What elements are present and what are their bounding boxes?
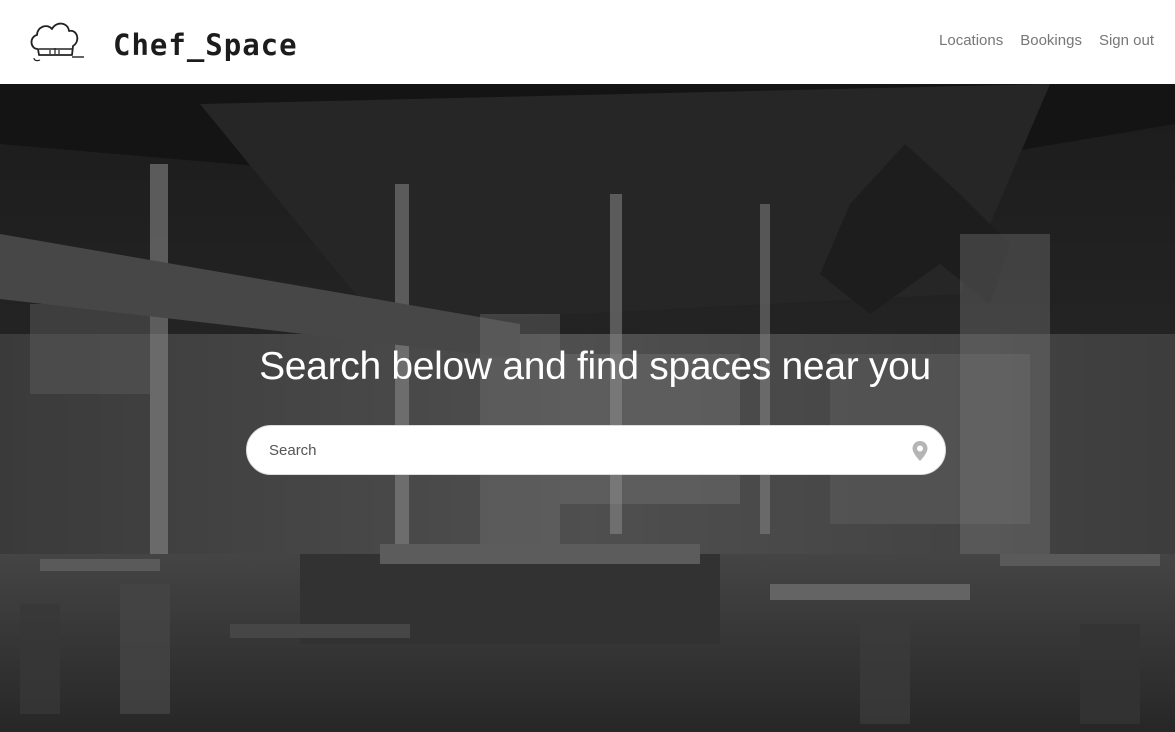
home-logo-link[interactable]: Chef_Space: [28, 16, 298, 68]
main-nav: Locations Bookings Sign out: [922, 31, 1154, 51]
brand-name: Chef_Space: [113, 28, 298, 62]
site-header: Chef_Space Locations Bookings Sign out: [0, 0, 1175, 84]
search-input[interactable]: [269, 426, 889, 474]
nav-link-sign-out[interactable]: Sign out: [1099, 31, 1154, 51]
nav-link-locations[interactable]: Locations: [939, 31, 1003, 51]
nav-link-bookings[interactable]: Bookings: [1020, 31, 1082, 51]
map-pin-icon[interactable]: [911, 440, 929, 462]
hero-overlay: [0, 84, 1175, 732]
chef-hat-icon: [30, 22, 84, 62]
hero-section: Search below and find spaces near you: [0, 84, 1175, 732]
hero-title: Search below and find spaces near you: [259, 345, 931, 388]
search-box: [246, 425, 946, 475]
